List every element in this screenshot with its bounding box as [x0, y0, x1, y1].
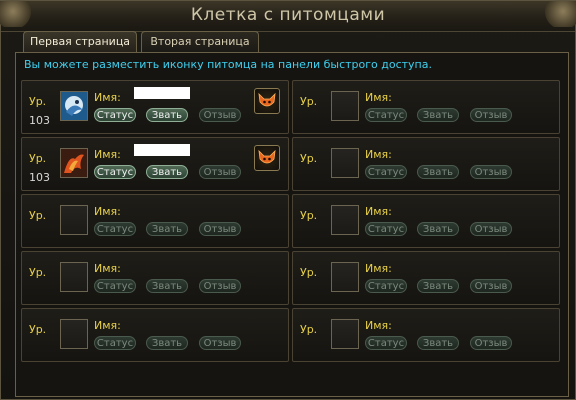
- name-label: Имя:: [94, 148, 121, 161]
- quickbar-pet-button[interactable]: [254, 88, 280, 114]
- pet-icon-slot[interactable]: [60, 319, 88, 349]
- name-label: Имя:: [94, 262, 121, 275]
- title-bar[interactable]: Клетка с питомцами: [0, 1, 576, 32]
- level-label: Ур.: [29, 209, 47, 222]
- status-button[interactable]: Статус: [365, 279, 407, 293]
- recall-button[interactable]: Отзыв: [199, 336, 241, 350]
- level-label: Ур.: [300, 152, 318, 165]
- pet-slot: Ур. Имя: Статус Звать Отзыв: [292, 194, 560, 248]
- pet-slot: Ур. Имя: Статус Звать Отзыв: [21, 251, 289, 305]
- pet-list-panel: Вы можете разместить иконку питомца на п…: [15, 52, 569, 397]
- pet-slot: Ур. Имя: Статус Звать Отзыв: [21, 194, 289, 248]
- name-label: Имя:: [365, 319, 392, 332]
- summon-button[interactable]: Звать: [417, 108, 459, 122]
- pet-icon-slot[interactable]: [60, 205, 88, 235]
- level-label: Ур.: [29, 323, 47, 336]
- recall-button[interactable]: Отзыв: [199, 222, 241, 236]
- level-label: Ур.: [300, 323, 318, 336]
- recall-button[interactable]: Отзыв: [470, 222, 512, 236]
- level-label: Ур.: [300, 266, 318, 279]
- name-label: Имя:: [365, 262, 392, 275]
- pet-name-redacted: [134, 144, 190, 156]
- status-button[interactable]: Статус: [94, 336, 136, 350]
- status-button[interactable]: Статус: [365, 108, 407, 122]
- recall-button[interactable]: Отзыв: [470, 108, 512, 122]
- pet-icon-slot[interactable]: [331, 148, 359, 178]
- level-label: Ур.: [29, 95, 47, 108]
- summon-button[interactable]: Звать: [146, 165, 188, 179]
- pet-slot: Ур. Имя: Статус Звать Отзыв: [292, 80, 560, 134]
- level-label: Ур.: [300, 95, 318, 108]
- name-label: Имя:: [365, 148, 392, 161]
- level-label: Ур.: [300, 209, 318, 222]
- recall-button[interactable]: Отзыв: [199, 165, 241, 179]
- recall-button[interactable]: Отзыв: [199, 108, 241, 122]
- pet-slot: Ур. Имя: Статус Звать Отзыв: [21, 308, 289, 362]
- summon-button[interactable]: Звать: [417, 165, 459, 179]
- pet-slot: Ур. Имя: Статус Звать Отзыв: [292, 251, 560, 305]
- pet-slot: Ур. 103 Имя: Статус Звать Отзыв: [21, 137, 289, 191]
- summon-button[interactable]: Звать: [417, 222, 459, 236]
- status-button[interactable]: Статус: [94, 279, 136, 293]
- quickbar-notice: Вы можете разместить иконку питомца на п…: [24, 58, 432, 71]
- pet-icon-slot[interactable]: [60, 262, 88, 292]
- name-label: Имя:: [365, 91, 392, 104]
- recall-button[interactable]: Отзыв: [199, 279, 241, 293]
- pet-icon-slot[interactable]: [331, 262, 359, 292]
- tab-first-page[interactable]: Первая страница: [23, 31, 137, 53]
- pet-cage-window: Клетка с питомцами Первая страница Втора…: [0, 0, 576, 400]
- summon-button[interactable]: Звать: [417, 336, 459, 350]
- summon-button[interactable]: Звать: [146, 108, 188, 122]
- recall-button[interactable]: Отзыв: [470, 279, 512, 293]
- summon-button[interactable]: Звать: [417, 279, 459, 293]
- status-button[interactable]: Статус: [94, 108, 136, 122]
- tab-second-page[interactable]: Вторая страница: [141, 31, 259, 52]
- level-value: 103: [29, 171, 50, 184]
- quickbar-pet-button[interactable]: [254, 145, 280, 171]
- level-label: Ур.: [29, 152, 47, 165]
- pet-name-redacted: [134, 87, 190, 99]
- status-button[interactable]: Статус: [365, 222, 407, 236]
- recall-button[interactable]: Отзыв: [470, 336, 512, 350]
- pet-icon-slot[interactable]: [60, 148, 88, 178]
- pet-slot: Ур. Имя: Статус Звать Отзыв: [292, 308, 560, 362]
- summon-button[interactable]: Звать: [146, 279, 188, 293]
- recall-button[interactable]: Отзыв: [470, 165, 512, 179]
- pet-slot: Ур. 103 Имя: Статус Звать Отзыв: [21, 80, 289, 134]
- name-label: Имя:: [94, 205, 121, 218]
- pet-icon-slot[interactable]: [331, 319, 359, 349]
- pet-icon-slot[interactable]: [331, 91, 359, 121]
- status-button[interactable]: Статус: [94, 165, 136, 179]
- status-button[interactable]: Статус: [365, 336, 407, 350]
- level-value: 103: [29, 114, 50, 127]
- pet-icon-slot[interactable]: [331, 205, 359, 235]
- status-button[interactable]: Статус: [94, 222, 136, 236]
- window-title: Клетка с питомцами: [190, 5, 386, 25]
- summon-button[interactable]: Звать: [146, 222, 188, 236]
- status-button[interactable]: Статус: [365, 165, 407, 179]
- name-label: Имя:: [94, 319, 121, 332]
- pet-icon-slot[interactable]: [60, 91, 88, 121]
- name-label: Имя:: [94, 91, 121, 104]
- name-label: Имя:: [365, 205, 392, 218]
- summon-button[interactable]: Звать: [146, 336, 188, 350]
- pet-slot: Ур. Имя: Статус Звать Отзыв: [292, 137, 560, 191]
- level-label: Ур.: [29, 266, 47, 279]
